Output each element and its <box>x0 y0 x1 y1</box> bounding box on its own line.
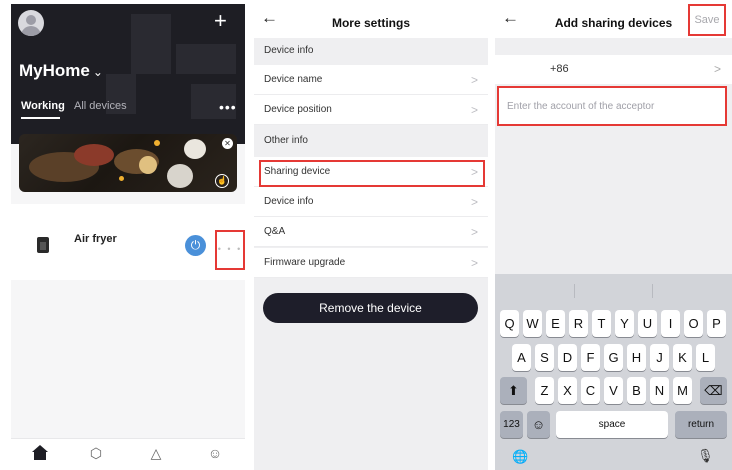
key-f[interactable]: F <box>581 344 600 371</box>
chevron-right-icon: > <box>470 256 478 270</box>
add-sharing-screen: ← Add sharing devices Save +86 > Q W E R… <box>495 4 732 470</box>
promo-banner[interactable] <box>19 134 237 192</box>
microphone-icon[interactable]: 🎙 <box>697 448 714 464</box>
shift-key[interactable]: ⬆ <box>500 377 527 404</box>
row-label: Device name <box>264 74 323 85</box>
key-u[interactable]: U <box>638 310 657 337</box>
row-qa[interactable]: Q&A > <box>254 217 488 247</box>
key-x[interactable]: X <box>558 377 577 404</box>
key-g[interactable]: G <box>604 344 623 371</box>
row-device-info[interactable]: Device info > <box>254 187 488 217</box>
row-label: Device position <box>264 104 332 115</box>
key-j[interactable]: J <box>650 344 669 371</box>
chevron-right-icon: > <box>470 195 478 209</box>
key-c[interactable]: C <box>581 377 600 404</box>
backspace-key[interactable]: ⌫ <box>700 377 727 404</box>
section-header-device-info: Device info <box>264 45 314 56</box>
tab-working[interactable]: Working <box>21 100 65 112</box>
chevron-right-icon: > <box>470 73 478 87</box>
key-s[interactable]: S <box>535 344 554 371</box>
more-settings-screen: ← More settings Device info Device name … <box>254 4 488 470</box>
emoji-key[interactable]: ☺ <box>527 411 550 438</box>
key-y[interactable]: Y <box>615 310 634 337</box>
key-w[interactable]: W <box>523 310 542 337</box>
return-key[interactable]: return <box>675 411 727 438</box>
chevron-right-icon: > <box>714 62 722 76</box>
key-k[interactable]: K <box>673 344 692 371</box>
device-more-button[interactable]: • • • <box>215 230 245 270</box>
key-a[interactable]: A <box>512 344 531 371</box>
key-n[interactable]: N <box>650 377 669 404</box>
suggestion-divider <box>652 284 653 298</box>
section-header-other-info: Other info <box>264 135 308 146</box>
key-z[interactable]: Z <box>535 377 554 404</box>
globe-icon[interactable]: 🌐 <box>512 449 528 465</box>
row-firmware-upgrade[interactable]: Firmware upgrade > <box>254 248 488 278</box>
device-name: Air fryer <box>74 233 117 245</box>
tab-underline <box>21 117 60 119</box>
tab-all-devices[interactable]: All devices <box>74 100 127 112</box>
numbers-key[interactable]: 123 <box>500 411 523 438</box>
row-label: Firmware upgrade <box>264 257 346 268</box>
account-input[interactable] <box>507 98 717 114</box>
key-o[interactable]: O <box>684 310 703 337</box>
home-screen: + MyHome ⌄ Working All devices ••• ✕ ☝ Ai… <box>11 4 245 470</box>
avatar[interactable] <box>18 10 44 36</box>
row-device-name[interactable]: Device name > <box>254 65 488 95</box>
country-code: +86 <box>550 63 569 75</box>
suggestion-divider <box>574 284 575 298</box>
chevron-right-icon: > <box>470 103 478 117</box>
key-v[interactable]: V <box>604 377 623 404</box>
bell-icon[interactable]: △ <box>148 445 164 461</box>
key-r[interactable]: R <box>569 310 588 337</box>
key-i[interactable]: I <box>661 310 680 337</box>
home-icon[interactable] <box>32 445 48 461</box>
home-selector[interactable]: MyHome ⌄ <box>19 61 103 81</box>
key-h[interactable]: H <box>627 344 646 371</box>
account-field-container <box>497 86 727 126</box>
nav-bar: ← More settings <box>254 4 488 38</box>
save-button[interactable]: Save <box>688 4 726 36</box>
chevron-right-icon: > <box>470 225 478 239</box>
key-q[interactable]: Q <box>500 310 519 337</box>
country-code-selector[interactable]: +86 > <box>495 55 732 84</box>
cube-icon[interactable]: ⬡ <box>88 445 104 461</box>
more-options-icon[interactable]: ••• <box>219 99 237 115</box>
key-d[interactable]: D <box>558 344 577 371</box>
highlight-box <box>259 160 485 187</box>
air-fryer-icon <box>37 237 49 253</box>
row-device-position[interactable]: Device position > <box>254 95 488 125</box>
smiley-icon[interactable]: ☺ <box>207 445 223 461</box>
add-device-button[interactable]: + <box>214 10 227 32</box>
row-label: Q&A <box>264 226 286 237</box>
key-l[interactable]: L <box>696 344 715 371</box>
row-label: Device info <box>264 196 314 207</box>
key-t[interactable]: T <box>592 310 611 337</box>
close-icon[interactable]: ✕ <box>222 138 233 149</box>
power-icon[interactable]: ⏻ <box>185 235 206 256</box>
home-name: MyHome <box>19 61 90 80</box>
key-p[interactable]: P <box>707 310 726 337</box>
key-e[interactable]: E <box>546 310 565 337</box>
chevron-down-icon: ⌄ <box>92 65 103 79</box>
keyboard: Q W E R T Y U I O P A S D F G H J K L ⬆ … <box>495 274 732 470</box>
key-b[interactable]: B <box>627 377 646 404</box>
page-title: More settings <box>331 16 410 30</box>
remove-device-button[interactable]: Remove the device <box>263 293 478 323</box>
key-m[interactable]: M <box>673 377 692 404</box>
space-key[interactable]: space <box>556 411 668 438</box>
hand-tap-icon: ☝ <box>215 174 229 188</box>
